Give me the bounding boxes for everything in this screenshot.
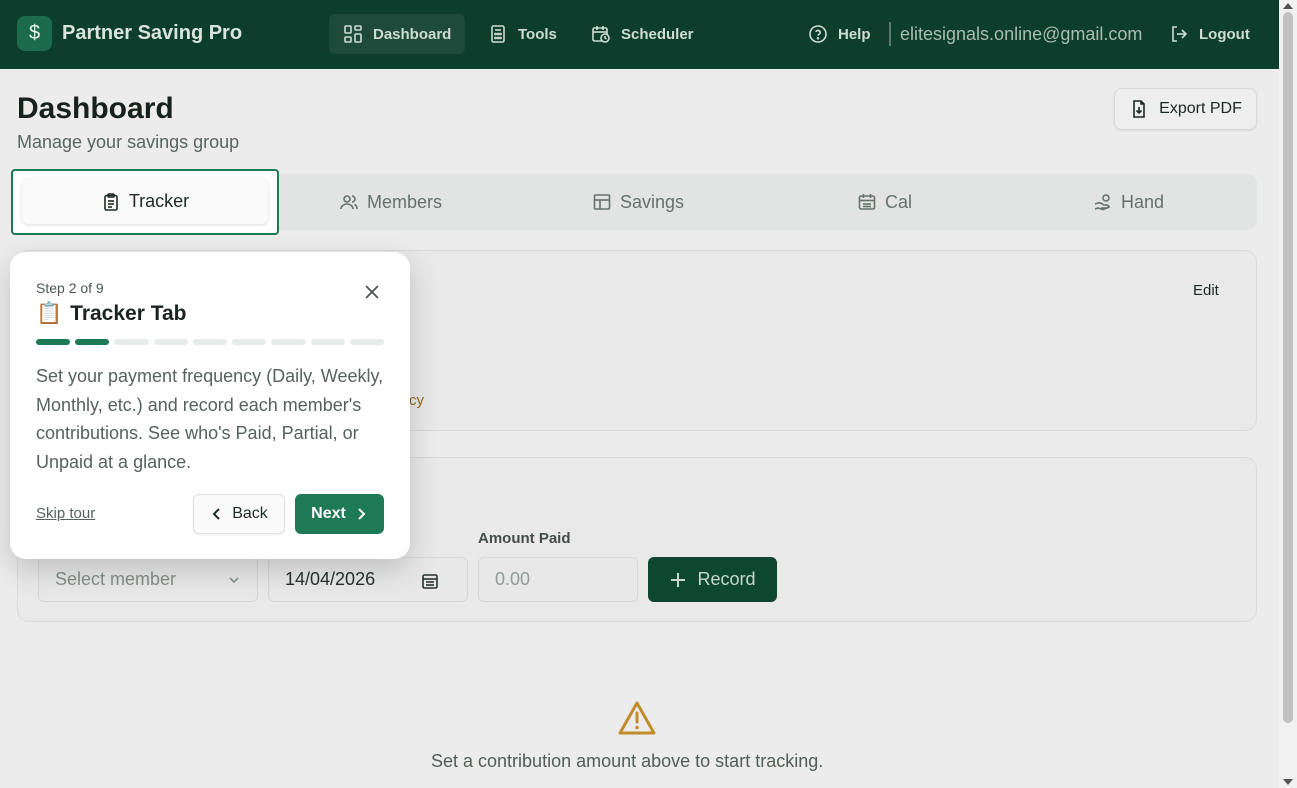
calendar-picker-icon[interactable] [421, 572, 439, 590]
tab-hand-label: Hand [1121, 191, 1165, 212]
close-icon [365, 285, 379, 299]
clipboard-icon [104, 192, 118, 211]
export-pdf-button[interactable]: Export PDF [1114, 88, 1257, 130]
calculator-icon [491, 25, 505, 43]
tour-progress-segment [271, 339, 306, 345]
calendar-icon [858, 194, 876, 210]
nav-tools-label: Tools [518, 25, 557, 43]
page-scrollbar[interactable] [1279, 0, 1297, 788]
tab-members[interactable]: Members [339, 189, 442, 215]
tour-progress-segment [349, 339, 384, 345]
tab-hand[interactable]: Hand [1093, 189, 1164, 215]
clipboard-emoji-icon: 📋 [36, 302, 63, 325]
plus-icon [671, 572, 686, 587]
tour-back-button[interactable]: Back [193, 494, 285, 534]
skip-tour-link[interactable]: Skip tour [36, 505, 95, 522]
warning-triangle-icon [618, 701, 656, 735]
payment-date-input[interactable]: 14/04/2026 [268, 557, 468, 602]
record-button[interactable]: Record [648, 557, 777, 602]
frequency-hint-text: cy [409, 392, 424, 409]
dollar-logo-icon: $ [17, 16, 52, 51]
tour-progress-segment [36, 339, 71, 345]
empty-state-message: Set a contribution amount above to start… [431, 751, 824, 771]
calendar-clock-icon [592, 26, 610, 43]
logout-button[interactable]: Logout [1155, 14, 1264, 54]
tour-title: 📋 Tracker Tab [36, 302, 187, 326]
tour-progress-segment [310, 339, 345, 345]
tour-back-label: Back [232, 505, 268, 522]
tab-cal-label: Cal [885, 191, 913, 212]
tab-members-label: Members [367, 191, 443, 212]
tour-progress-segment [192, 339, 228, 345]
payment-date-value: 14/04/2026 [285, 569, 376, 589]
page-title: Dashboard [17, 92, 174, 125]
table-icon [593, 194, 611, 210]
user-email: elitesignals.online@gmail.com [900, 24, 1143, 44]
header-divider [889, 22, 891, 46]
tour-popover: Step 2 of 9 📋 Tracker Tab Set your payme… [10, 252, 410, 559]
top-navbar: $ Partner Saving Pro Dashboard Tools Sch… [0, 0, 1279, 69]
tab-tracker-label: Tracker [128, 191, 190, 211]
close-tour-button[interactable] [362, 282, 382, 302]
grid-icon [344, 25, 362, 43]
nav-scheduler[interactable]: Scheduler [577, 14, 708, 54]
scroll-down-arrow-icon[interactable] [1283, 779, 1293, 785]
logout-icon [1172, 26, 1188, 42]
scroll-thumb[interactable] [1283, 12, 1293, 723]
tour-progress-segment [153, 339, 188, 345]
tour-next-label: Next [311, 505, 346, 522]
tab-savings[interactable]: Savings [592, 189, 684, 215]
page-subtitle: Manage your savings group [17, 132, 240, 152]
tour-next-button[interactable]: Next [295, 494, 384, 534]
file-download-icon [1133, 100, 1145, 118]
tour-progress-bar [36, 339, 384, 345]
help-button[interactable]: Help [794, 14, 885, 54]
nav-dashboard-label: Dashboard [373, 25, 452, 43]
users-icon [340, 195, 358, 210]
record-button-label: Record [697, 569, 756, 589]
nav-scheduler-label: Scheduler [621, 25, 694, 43]
help-circle-icon [809, 25, 827, 43]
nav-tools[interactable]: Tools [474, 14, 571, 54]
amount-paid-label: Amount Paid [478, 530, 571, 547]
member-select-value: Select member [55, 569, 177, 589]
tab-savings-label: Savings [620, 191, 685, 212]
edit-settings-button[interactable]: Edit [1193, 282, 1219, 299]
member-select[interactable]: Select member [38, 557, 258, 602]
tour-progress-segment [232, 339, 267, 345]
chevron-right-icon [358, 508, 366, 520]
tour-progress-segment [114, 339, 149, 345]
amount-paid-placeholder: 0.00 [495, 569, 531, 589]
scroll-up-arrow-icon[interactable] [1283, 3, 1293, 9]
hand-coins-icon [1094, 194, 1111, 211]
tour-description: Set your payment frequency (Daily, Weekl… [36, 366, 384, 472]
tab-cal[interactable]: Cal [857, 189, 912, 215]
tour-progress-segment [75, 339, 110, 345]
chevron-left-icon [212, 508, 220, 520]
help-label: Help [838, 25, 871, 43]
amount-paid-input[interactable]: 0.00 [478, 557, 638, 602]
tour-title-text: Tracker Tab [70, 302, 187, 325]
brand-name: Partner Saving Pro [62, 22, 243, 44]
logout-label: Logout [1199, 25, 1250, 43]
nav-dashboard[interactable]: Dashboard [329, 14, 466, 54]
tab-tracker[interactable]: Tracker [22, 179, 268, 224]
tour-step-indicator: Step 2 of 9 [36, 280, 104, 296]
chevron-down-icon [229, 577, 239, 584]
export-pdf-label: Export PDF [1159, 100, 1242, 117]
